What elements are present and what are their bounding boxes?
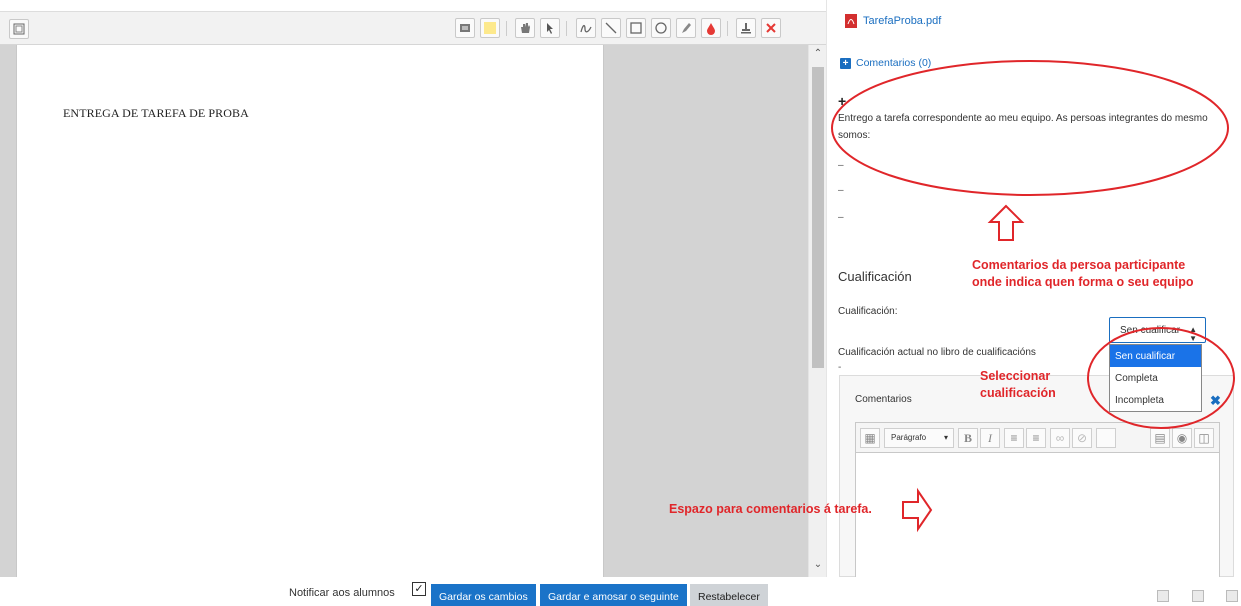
annotation-overlay bbox=[831, 60, 1235, 533]
save-button[interactable]: Gardar os cambios bbox=[431, 584, 536, 606]
participant-comments-annotation: Comentarios da persoa participante onde … bbox=[972, 258, 1194, 289]
notify-label: Notificar aos alumnos bbox=[289, 587, 395, 599]
participant-comments-ellipse bbox=[831, 60, 1229, 196]
feedback-space-annotation: Espazo para comentarios á tarefa. bbox=[669, 502, 872, 516]
notify-checkbox[interactable]: ✓ bbox=[412, 582, 426, 596]
select-grade-annotation: Seleccionar cualificación bbox=[980, 369, 1056, 400]
action-bar: Notificar aos alumnos ✓ Gardar os cambio… bbox=[0, 577, 1241, 606]
grading-screen: ENTREGA DE TAREFA DE PROBA ⌃ ⌄ TarefaPro… bbox=[0, 0, 1241, 606]
up-arrow-icon bbox=[987, 204, 1025, 241]
right-arrow-icon bbox=[902, 487, 933, 533]
save-and-next-button[interactable]: Gardar e amosar o seguinte bbox=[540, 584, 687, 606]
reset-button[interactable]: Restabelecer bbox=[690, 584, 768, 606]
layout-collapse-grade-icon[interactable] bbox=[1157, 590, 1169, 602]
layout-collapse-review-icon[interactable] bbox=[1226, 590, 1238, 602]
grade-options-ellipse bbox=[1087, 327, 1235, 429]
layout-default-icon[interactable] bbox=[1192, 590, 1204, 602]
